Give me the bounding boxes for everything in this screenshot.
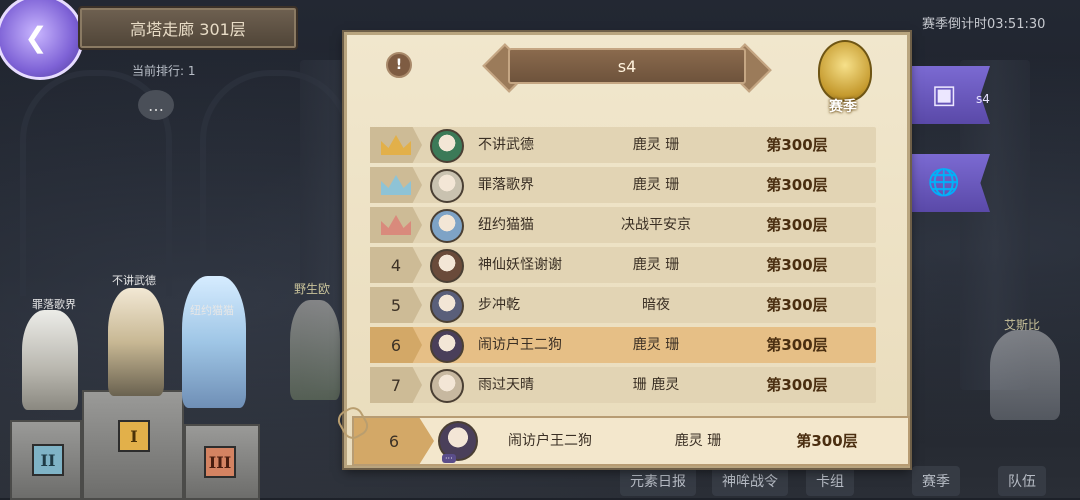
- player-avatar[interactable]: [430, 209, 464, 243]
- bg-character-name: 野生欧: [294, 282, 331, 296]
- podium-name: 纽约猫猫: [190, 304, 234, 317]
- tab-element-daily[interactable]: 元素日报: [620, 466, 696, 496]
- leaderboard-row[interactable]: 不讲武德 鹿灵 珊 第300层: [370, 127, 876, 163]
- guild-name: 鹿灵 珊: [632, 337, 680, 353]
- world-button[interactable]: 🌐: [910, 154, 990, 212]
- leaderboard-row[interactable]: 6 闹访户王二狗 鹿灵 珊 第300层: [370, 327, 876, 363]
- player-name: 不讲武德: [478, 137, 534, 153]
- page-title: 高塔走廊 301层: [78, 6, 298, 50]
- my-rank-row: 6 ··· 闹访户王二狗 鹿灵 珊 第300层: [352, 416, 910, 466]
- info-icon[interactable]: !: [386, 52, 412, 78]
- rank-number: 5: [390, 295, 402, 315]
- leaderboard-row[interactable]: 纽约猫猫 决战平安京 第300层: [370, 207, 876, 243]
- leaderboard-row[interactable]: 4 神仙妖怪谢谢 鹿灵 珊 第300层: [370, 247, 876, 283]
- rank-number: 6: [390, 335, 402, 355]
- rank-cell: 6: [370, 327, 422, 363]
- side-season-badge: s4: [976, 92, 990, 106]
- player-name: 神仙妖怪谢谢: [478, 257, 562, 273]
- guild-name: 鹿灵 珊: [632, 137, 680, 153]
- my-guild: 鹿灵 珊: [674, 433, 722, 449]
- player-avatar[interactable]: [430, 369, 464, 403]
- my-name: 闹访户王二狗: [508, 433, 592, 449]
- podium-name: 不讲武德: [112, 274, 156, 287]
- bg-character: [290, 300, 340, 400]
- season-crest[interactable]: 赛季: [808, 40, 878, 116]
- season-banner: s4: [478, 43, 776, 93]
- player-avatar[interactable]: [430, 249, 464, 283]
- floor-reached: 第300层: [766, 296, 828, 314]
- tab-team[interactable]: 队伍: [998, 466, 1046, 496]
- tab-battle-pass[interactable]: 神哞战令: [712, 466, 788, 496]
- guild-name: 鹿灵 珊: [632, 177, 680, 193]
- rank-badge: I: [118, 420, 150, 452]
- player-avatar[interactable]: [430, 129, 464, 163]
- crown-icon: [381, 215, 411, 235]
- podium-name: 罪落歌界: [32, 298, 76, 311]
- player-avatar[interactable]: [430, 329, 464, 363]
- rank-cell: [370, 207, 422, 243]
- rank-badge: II: [32, 444, 64, 476]
- rank-number: 4: [390, 255, 402, 275]
- floor-reached: 第300层: [766, 136, 828, 154]
- player-name: 纽约猫猫: [478, 217, 534, 233]
- floor-reached: 第300层: [766, 216, 828, 234]
- tab-deck[interactable]: 卡组: [806, 466, 854, 496]
- floor-reached: 第300层: [766, 376, 828, 394]
- guild-name: 珊 鹿灵: [632, 377, 680, 393]
- crown-icon: [381, 135, 411, 155]
- rank-cell: [370, 167, 422, 203]
- player-avatar[interactable]: [430, 169, 464, 203]
- season-name: s4: [508, 48, 746, 84]
- rank-number: 7: [390, 375, 402, 395]
- back-arrow-icon: ❮: [24, 20, 48, 54]
- tab-season[interactable]: 赛季: [912, 466, 960, 496]
- guild-name: 决战平安京: [621, 217, 691, 233]
- rank-cell: 4: [370, 247, 422, 283]
- player-name: 闹访户王二狗: [478, 337, 562, 353]
- globe-icon: 🌐: [927, 168, 961, 198]
- current-rank-text: 当前排行: 1: [132, 64, 196, 78]
- my-floor: 第300层: [796, 432, 858, 450]
- player-avatar[interactable]: [430, 289, 464, 323]
- guild-name: 暗夜: [642, 297, 670, 313]
- podium-character[interactable]: [22, 310, 78, 410]
- podium-icon: ▣: [931, 80, 957, 110]
- leaderboard-row[interactable]: 5 步冲乾 暗夜 第300层: [370, 287, 876, 323]
- level-tag: ···: [442, 454, 456, 463]
- floor-reached: 第300层: [766, 176, 828, 194]
- guild-name: 鹿灵 珊: [632, 257, 680, 273]
- rank-badge: III: [204, 446, 236, 478]
- podium-character[interactable]: [108, 288, 164, 396]
- chat-icon[interactable]: …: [138, 90, 174, 120]
- rank-cell: [370, 127, 422, 163]
- rank-cell: 7: [370, 367, 422, 403]
- bg-character: [990, 330, 1060, 420]
- crest-shield-icon: [818, 40, 872, 102]
- floor-reached: 第300层: [766, 336, 828, 354]
- leaderboard-row[interactable]: 罪落歌界 鹿灵 珊 第300层: [370, 167, 876, 203]
- podium-character[interactable]: [182, 276, 246, 408]
- crown-icon: [381, 175, 411, 195]
- season-countdown: 赛季倒计时03:51:30: [922, 17, 1046, 32]
- crest-label: 赛季: [829, 99, 857, 115]
- player-name: 罪落歌界: [478, 177, 534, 193]
- rank-cell: 5: [370, 287, 422, 323]
- leaderboard-row[interactable]: 7 雨过天晴 珊 鹿灵 第300层: [370, 367, 876, 403]
- player-name: 步冲乾: [478, 297, 520, 313]
- floor-reached: 第300层: [766, 256, 828, 274]
- player-name: 雨过天晴: [478, 377, 534, 393]
